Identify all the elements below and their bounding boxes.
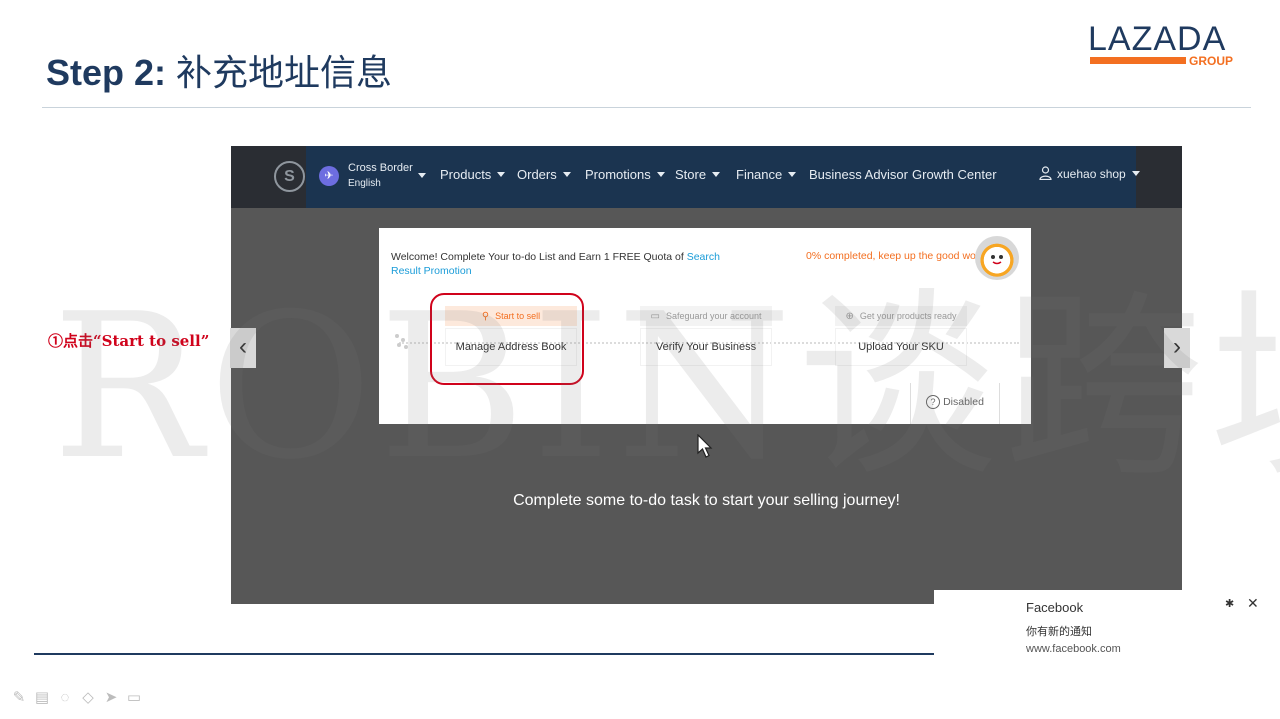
chevron-down-icon <box>497 172 506 177</box>
logo-bar <box>1090 57 1186 64</box>
highlighter-icon[interactable]: ◇ <box>77 688 99 708</box>
step-products-ready[interactable]: ⊕ Get your products ready Upload Your SKU <box>835 306 967 366</box>
pointer-icon[interactable]: ➤ <box>100 688 122 708</box>
nav-promotions[interactable]: Promotions <box>585 167 665 182</box>
logo-wordmark: LAZADA <box>1088 20 1227 58</box>
user-icon <box>1039 166 1052 180</box>
facebook-notification[interactable]: Facebook 你有新的通知 www.facebook.com ✱ ✕ <box>934 590 1280 670</box>
brand-icon[interactable]: S <box>274 161 305 192</box>
seller-center-screenshot: S ✈ Cross Border English Products Orders… <box>231 146 1182 604</box>
user-name: xuehao shop <box>1057 167 1126 181</box>
nav-right-edge <box>1136 146 1182 208</box>
step-tag: ▭ Safeguard your account <box>640 306 772 326</box>
chevron-down-icon <box>788 172 797 177</box>
eraser-icon[interactable]: ◌ <box>54 688 76 708</box>
pen-icon[interactable]: ✎ <box>8 688 30 708</box>
nav-orders[interactable]: Orders <box>517 167 571 182</box>
presenter-toolbar: ✎ ▤ ◌ ◇ ➤ ▭ <box>8 688 146 710</box>
gear-icon[interactable]: ✱ <box>1225 597 1234 610</box>
cross-border-selector[interactable]: Cross Border English <box>348 161 413 191</box>
step-annotation: ①点击“Start to sell” <box>48 332 210 350</box>
nav-growth-center[interactable]: Growth Center <box>912 167 997 182</box>
step-tag: ⊕ Get your products ready <box>835 306 967 326</box>
nav-business-advisor[interactable]: Business Advisor <box>809 167 908 182</box>
dots-icon <box>395 334 408 349</box>
mouse-cursor-icon <box>697 434 713 458</box>
notification-message: 你有新的通知 <box>1026 625 1092 638</box>
user-menu[interactable]: xuehao shop <box>1039 166 1140 181</box>
mascot-icon <box>975 236 1019 280</box>
chevron-down-icon <box>562 172 571 177</box>
verify-business-task[interactable]: Verify Your Business <box>640 328 772 366</box>
top-nav: S ✈ Cross Border English Products Orders… <box>231 146 1182 208</box>
disabled-status: ? Disabled <box>910 383 1000 424</box>
chevron-down-icon[interactable] <box>418 173 426 178</box>
slide-title-step: Step 2: <box>46 52 167 93</box>
nav-products[interactable]: Products <box>440 167 506 182</box>
nav-store[interactable]: Store <box>675 167 721 182</box>
chevron-down-icon <box>656 172 665 177</box>
carousel-next-button[interactable]: › <box>1164 328 1190 368</box>
language-label: English <box>348 178 381 189</box>
slides-icon[interactable]: ▤ <box>31 688 53 708</box>
highlight-circle <box>430 293 584 385</box>
chevron-down-icon <box>1131 171 1140 176</box>
cross-border-label: Cross Border <box>348 162 413 174</box>
lazada-logo: LAZADA GROUP <box>1088 20 1240 68</box>
footer-divider <box>34 653 934 655</box>
card-icon: ▭ <box>650 311 660 322</box>
plus-circle-icon: ⊕ <box>845 311 854 322</box>
question-icon: ? <box>926 395 941 409</box>
slide-title-text: 补充地址信息 <box>176 53 393 94</box>
slide-title: Step 2: 补充地址信息 <box>46 44 392 96</box>
notification-title: Facebook <box>1026 600 1084 615</box>
camera-icon[interactable]: ▭ <box>123 688 145 708</box>
logo-group-label: GROUP <box>1189 54 1234 68</box>
close-icon[interactable]: ✕ <box>1247 595 1259 612</box>
screen-message: Complete some to-do task to start your s… <box>513 492 900 509</box>
step-safeguard-account[interactable]: ▭ Safeguard your account Verify Your Busi… <box>640 306 772 366</box>
title-divider <box>42 107 1251 108</box>
welcome-text: Welcome! Complete Your to-do List and Ea… <box>391 251 720 277</box>
chevron-down-icon <box>712 172 721 177</box>
carousel-prev-button[interactable]: ‹ <box>230 328 256 368</box>
progress-message: 0% completed, keep up the good work! <box>806 250 988 262</box>
nav-finance[interactable]: Finance <box>736 167 797 182</box>
upload-sku-task[interactable]: Upload Your SKU <box>835 328 967 366</box>
plane-icon: ✈ <box>319 166 339 186</box>
notification-url: www.facebook.com <box>1026 643 1121 655</box>
